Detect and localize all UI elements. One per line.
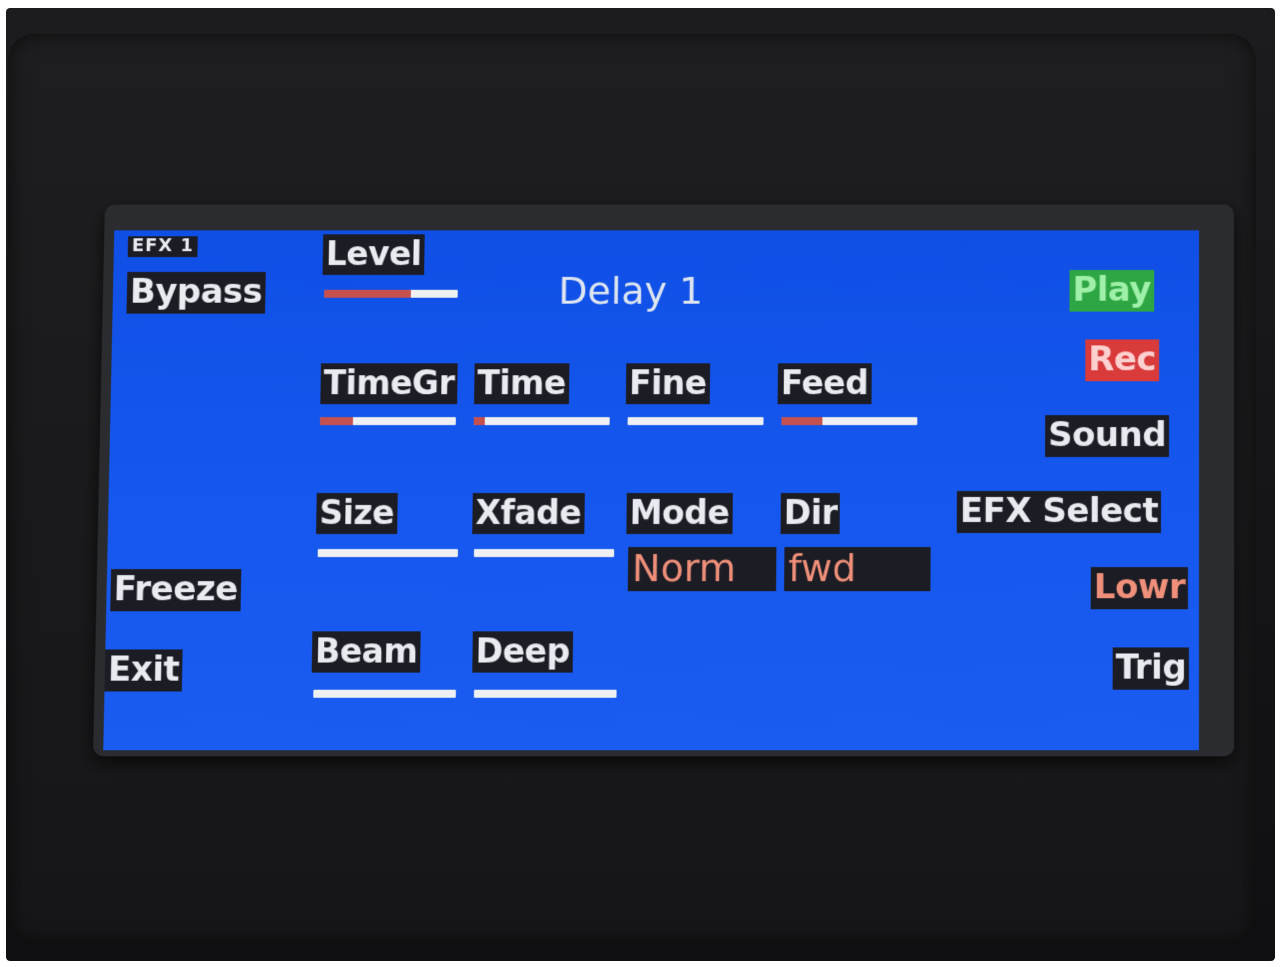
param-size-bar[interactable]: [317, 549, 458, 558]
param-beam-label[interactable]: Beam: [311, 631, 421, 673]
efx-slot-label: EFX 1: [127, 235, 199, 258]
param-dir-value[interactable]: fwd: [784, 546, 931, 592]
freeze-button[interactable]: Freeze: [110, 569, 242, 612]
screen-frame: EFX 1 Bypass Freeze Exit Level Delay 1 T…: [93, 204, 1235, 757]
param-feed-bar[interactable]: [781, 417, 918, 426]
lowr-button[interactable]: Lowr: [1090, 567, 1189, 610]
param-deep-bar[interactable]: [473, 689, 617, 698]
exit-button[interactable]: Exit: [104, 649, 183, 692]
play-button[interactable]: Play: [1069, 269, 1154, 312]
device-body: EFX 1 Bypass Freeze Exit Level Delay 1 T…: [6, 8, 1275, 961]
param-timegr-label[interactable]: TimeGr: [320, 363, 458, 405]
param-level-fill: [324, 289, 412, 298]
param-timegr-bar[interactable]: [319, 417, 456, 426]
param-time-bar[interactable]: [473, 417, 610, 426]
param-feed-label[interactable]: Feed: [777, 363, 872, 405]
bypass-button[interactable]: Bypass: [126, 271, 266, 314]
param-level-label[interactable]: Level: [322, 234, 425, 275]
param-level-bar[interactable]: [324, 289, 458, 298]
param-timegr-fill: [319, 417, 353, 426]
param-fine-label[interactable]: Fine: [625, 363, 710, 405]
param-feed-fill: [781, 417, 823, 426]
param-deep-label[interactable]: Deep: [472, 631, 573, 673]
param-dir-label[interactable]: Dir: [780, 492, 841, 535]
trig-button[interactable]: Trig: [1112, 647, 1190, 690]
param-xfade-label[interactable]: Xfade: [472, 492, 585, 535]
param-mode-label[interactable]: Mode: [626, 492, 733, 535]
param-mode-value[interactable]: Norm: [627, 546, 777, 592]
param-time-label[interactable]: Time: [474, 363, 570, 405]
sound-button[interactable]: Sound: [1045, 415, 1170, 458]
param-fine-bar[interactable]: [627, 417, 764, 426]
param-beam-bar[interactable]: [313, 689, 456, 698]
param-xfade-bar[interactable]: [473, 549, 615, 558]
param-size-label[interactable]: Size: [316, 492, 398, 535]
lcd-screen: EFX 1 Bypass Freeze Exit Level Delay 1 T…: [103, 230, 1200, 751]
param-time-fill: [473, 417, 485, 426]
rec-button[interactable]: Rec: [1085, 339, 1160, 382]
efx-select-button[interactable]: EFX Select: [956, 490, 1162, 534]
page-title: Delay 1: [558, 268, 704, 313]
